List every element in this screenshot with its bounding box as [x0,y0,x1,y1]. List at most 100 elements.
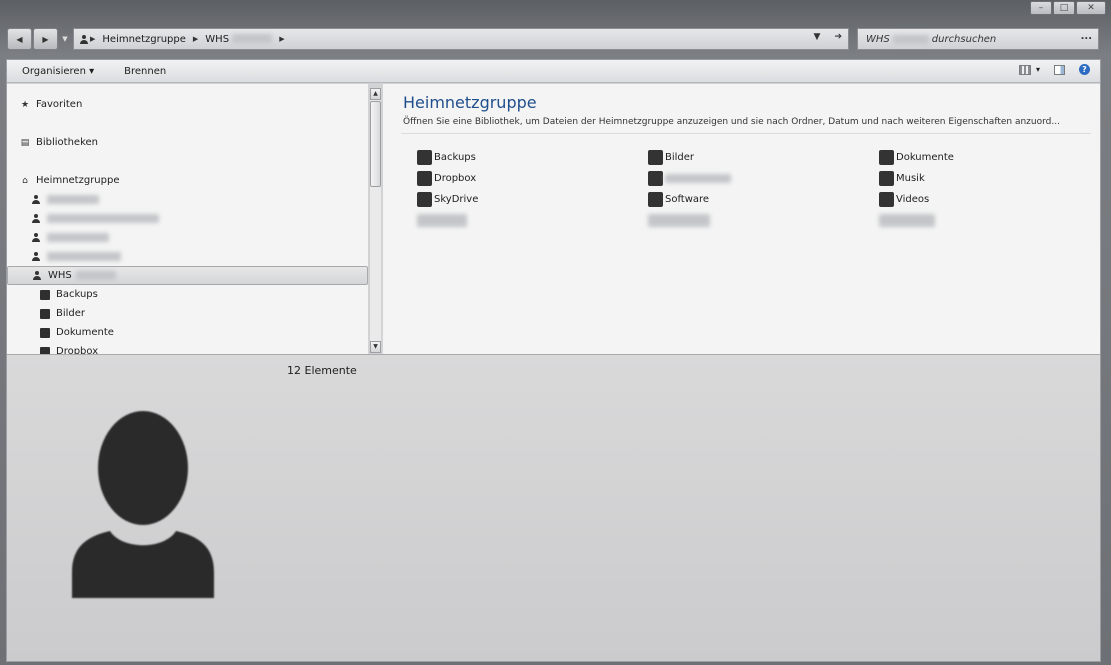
redacted-name [417,213,467,227]
views-icon [1018,64,1031,75]
home-icon: ⌂ [22,175,28,186]
command-bar: Organisieren ▾ Brennen ▾ ? [7,60,1100,83]
library-item-dropbox[interactable]: Dropbox [417,170,476,186]
library-icon: ▤ [20,137,30,148]
divider [401,133,1091,134]
library-item-label: Videos [896,193,930,205]
library-item-redacted[interactable] [417,212,467,228]
preview-pane-icon[interactable] [1054,64,1065,75]
search-more-button[interactable]: ... [1081,31,1092,42]
search-suffix: durchsuchen [931,33,997,45]
library-item-software[interactable]: Software [648,191,709,207]
nav-folder-backups[interactable]: Backups [40,285,98,304]
navigation-scrollbar[interactable]: ▲ ▼ [369,88,381,353]
nav-libraries[interactable]: ▤ Bibliotheken [20,133,98,152]
redacted-name [47,252,121,261]
library-item-dokumente[interactable]: Dokumente [879,149,954,165]
page-description: Öffnen Sie eine Bibliothek, um Dateien d… [403,117,1060,127]
nav-user-2[interactable] [31,209,159,228]
redacted-name [892,34,929,44]
library-item-redacted[interactable] [648,170,731,186]
maximize-button[interactable]: □ [1053,1,1075,15]
user-avatar-icon [72,411,214,598]
folder-icon [879,191,894,207]
library-item-label: Bilder [665,151,695,163]
organize-button[interactable]: Organisieren ▾ [22,66,94,77]
library-item-bilder[interactable]: Bilder [648,149,694,165]
search-field[interactable]: WHS durchsuchen ... [857,28,1099,50]
library-item-redacted[interactable] [648,212,710,228]
folder-icon [40,346,50,354]
person-glyph [32,252,40,261]
minimize-button[interactable]: – [1030,1,1052,15]
user-icon [31,195,41,205]
scroll-up-icon[interactable]: ▲ [370,88,381,100]
folder-icon [879,170,894,186]
avatar-head [98,411,188,525]
redacted-name [665,173,731,183]
breadcrumb-whs[interactable]: WHS [205,33,273,45]
library-item-backups[interactable]: Backups [417,149,476,165]
breadcrumb-separator-icon: ▶ [90,35,96,43]
navigation-pane: ★ Favoriten ▤ Bibliotheken ⌂ Heimnetzgru… [7,84,368,354]
library-item-musik[interactable]: Musik [879,170,925,186]
nav-user-4[interactable] [31,247,121,266]
title-bar: – □ ✕ [0,0,1111,28]
nav-homegroup[interactable]: ⌂ Heimnetzgruppe [20,171,120,190]
help-icon[interactable]: ? [1079,64,1090,75]
library-item-label: SkyDrive [434,193,479,205]
person-glyph [32,195,40,204]
nav-favorites[interactable]: ★ Favoriten [20,95,82,114]
library-item-label: Dokumente [896,151,954,163]
nav-folder-label: Dokumente [56,327,114,338]
nav-folder-dokumente[interactable]: Dokumente [40,323,114,342]
scroll-thumb[interactable] [370,101,381,187]
nav-libraries-label: Bibliotheken [36,137,98,148]
nav-user-whs[interactable]: WHS [7,266,368,285]
library-item-redacted[interactable] [879,212,935,228]
go-arrow-icon[interactable]: ➔ [834,32,842,42]
item-count: 12 Elemente [287,364,357,377]
details-pane: 12 Elemente [7,354,1100,661]
nav-user-1[interactable] [31,190,99,209]
recent-pages-button[interactable]: ▼ [59,28,71,50]
redacted-name [75,271,116,280]
burn-button[interactable]: Brennen [124,66,166,77]
homegroup-icon [80,34,88,44]
library-item-label: Software [665,193,710,205]
address-dropdown-icon[interactable]: ▼ [814,32,821,42]
star-icon: ★ [20,99,30,110]
change-view-button[interactable]: ▾ [1018,64,1040,75]
nav-folder-dropbox[interactable]: Dropbox [40,342,98,354]
folder-icon [417,170,432,186]
nav-user-whs-label: WHS [48,270,72,281]
nav-folder-label: Bilder [56,308,86,319]
nav-homegroup-label: Heimnetzgruppe [36,175,120,186]
scroll-down-icon[interactable]: ▼ [370,341,381,353]
navigation-bar: ◀ ▶ ▼ ▶ Heimnetzgruppe ▶ WHS ▶ ▼ ➔ WHS d… [7,27,1103,51]
nav-user-3[interactable] [31,228,109,247]
page-title: Heimnetzgruppe [403,93,537,112]
close-button[interactable]: ✕ [1076,1,1106,15]
redacted-name [232,34,273,43]
library-item-videos[interactable]: Videos [879,191,929,207]
breadcrumb-separator-icon: ▶ [279,35,285,43]
folder-icon [417,191,432,207]
nav-folder-bilder[interactable]: Bilder [40,304,85,323]
address-bar[interactable]: ▶ Heimnetzgruppe ▶ WHS ▶ ▼ ➔ [73,28,849,50]
user-icon [31,233,41,243]
person-glyph [33,271,41,280]
chevron-down-icon: ▾ [1035,65,1040,74]
redacted-name [47,214,159,223]
chevron-down-icon: ▾ [89,65,95,77]
redacted-name [47,233,109,242]
back-button[interactable]: ◀ [7,28,32,50]
content-pane: Heimnetzgruppe Öffnen Sie eine Bibliothe… [383,84,1100,354]
search-prefix: WHS [866,33,890,45]
forward-button[interactable]: ▶ [33,28,58,50]
breadcrumb-whs-label: WHS [205,33,230,45]
library-item-skydrive[interactable]: SkyDrive [417,191,478,207]
folder-glyph [40,308,50,319]
breadcrumb-heimnetzgruppe[interactable]: Heimnetzgruppe [102,34,186,45]
folder-icon [417,149,432,165]
